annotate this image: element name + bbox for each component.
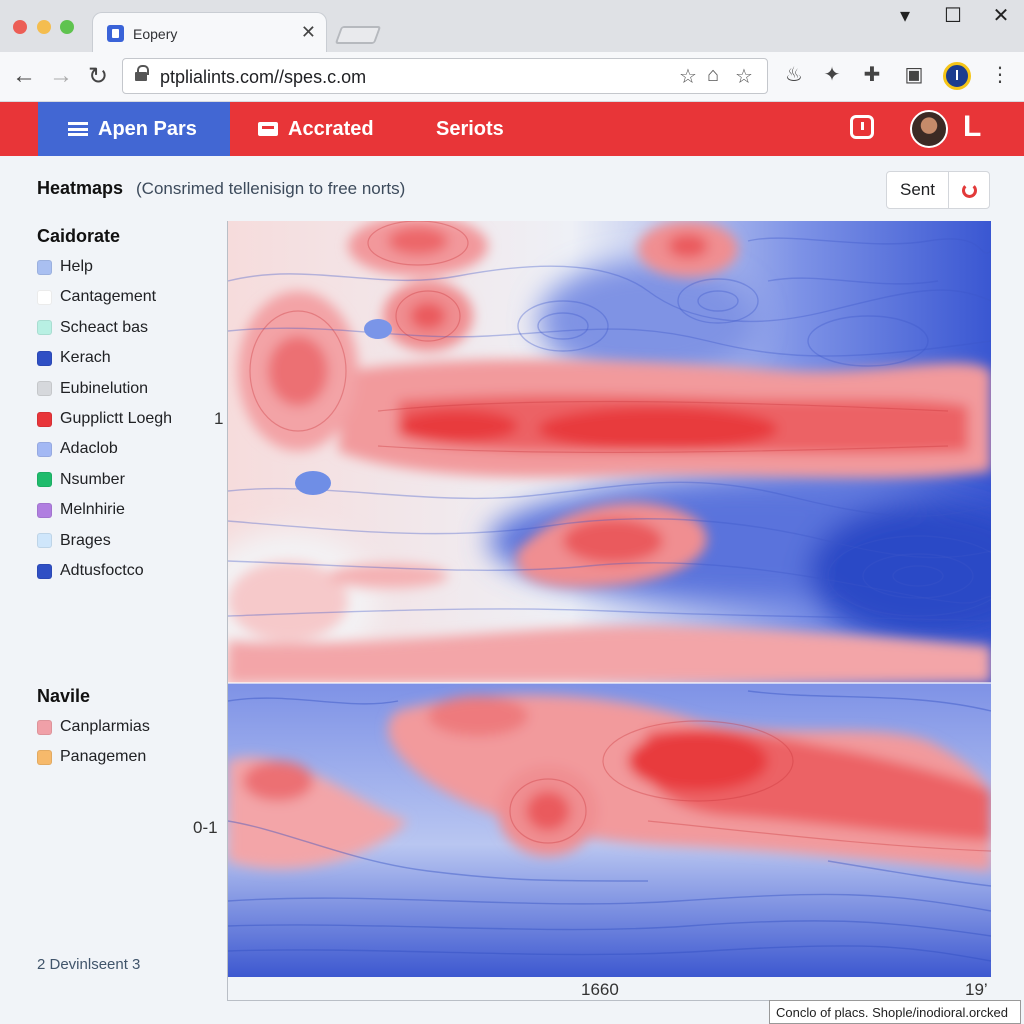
- legend-item[interactable]: Scheact bas: [37, 319, 148, 337]
- legend-section-title: Navile: [37, 686, 91, 706]
- address-bar[interactable]: ptplialints.com//spes.c.om ☆ ⌂ ☆: [122, 58, 768, 94]
- legend-swatch: [37, 749, 52, 765]
- browser-tabbar: Eopery ✕ ▾ ☐ ✕: [0, 0, 1024, 52]
- legend-label: Canplarmias: [60, 718, 150, 735]
- browser-profile-icon[interactable]: [943, 62, 971, 90]
- legend-swatch: [37, 350, 52, 366]
- legend-item[interactable]: Help: [37, 258, 93, 276]
- hamburger-icon: [68, 122, 88, 136]
- legend-label: Eubinelution: [60, 379, 149, 397]
- legend-item[interactable]: Gupplictt Loegh: [37, 410, 172, 428]
- legend-item[interactable]: Eubinelution: [37, 380, 148, 398]
- legend-label: Gupplictt Loegh: [60, 410, 173, 427]
- legend-item[interactable]: Kerach: [37, 349, 111, 367]
- maximize-icon[interactable]: ☐: [933, 3, 973, 28]
- refresh-button[interactable]: [949, 172, 989, 208]
- heatmap-panel[interactable]: [227, 221, 991, 1001]
- tab-title: Eopery: [133, 26, 178, 42]
- browser-toolbar: ← → ↻ ptplialints.com//spes.c.om ☆ ⌂ ☆ ♨…: [0, 52, 1024, 102]
- legend-swatch: [37, 259, 52, 275]
- extension-puzzle-icon[interactable]: ✦: [818, 62, 846, 87]
- page-subtitle: (Consrimed tellenisign to free norts): [136, 179, 406, 198]
- browser-tab[interactable]: Eopery ✕: [92, 12, 327, 52]
- legend-item[interactable]: Adtusfoctco: [37, 562, 144, 580]
- nav-label: Accrated: [288, 117, 374, 140]
- legend-label: Nsumber: [60, 470, 125, 488]
- refresh-icon: [961, 182, 977, 198]
- legend-item[interactable]: Cantagement: [37, 288, 156, 306]
- legend-swatch: [37, 719, 52, 735]
- y-axis-label-bottom: 0-1: [193, 818, 218, 837]
- new-tab-button[interactable]: [334, 26, 382, 44]
- extension-cake-icon[interactable]: ♨: [780, 62, 808, 87]
- legend-swatch: [37, 441, 52, 457]
- legend-swatch: [37, 502, 52, 518]
- y-axis-label-top: 1: [214, 409, 224, 428]
- legend-label: Melnhirie: [60, 501, 125, 519]
- legend-swatch: [37, 563, 52, 579]
- legend-swatch: [37, 411, 52, 427]
- footer-note: 2 Devinlseent 3: [37, 956, 141, 973]
- avatar[interactable]: [910, 110, 948, 148]
- home-icon[interactable]: ⌂: [707, 64, 719, 87]
- nav-label: Seriots: [436, 117, 504, 140]
- star-icon[interactable]: ☆: [679, 64, 697, 89]
- bookmark-star-icon[interactable]: ☆: [735, 64, 753, 89]
- url-text[interactable]: ptplialints.com//spes.c.om: [160, 67, 366, 88]
- nav-label: Apen Pars: [98, 117, 197, 140]
- extension-box-icon[interactable]: ▣: [900, 62, 928, 87]
- back-icon[interactable]: ←: [10, 62, 38, 90]
- reload-icon[interactable]: ↻: [84, 62, 112, 91]
- forward-icon[interactable]: →: [47, 62, 75, 90]
- card-icon: [258, 122, 278, 136]
- tab-close-icon[interactable]: ✕: [301, 22, 316, 43]
- legend-swatch: [37, 289, 52, 305]
- legend-item[interactable]: Adaclob: [37, 440, 118, 458]
- nav-accrated[interactable]: Accrated: [258, 102, 374, 156]
- lock-icon: [135, 65, 149, 83]
- legend-label: Scheact bas: [60, 318, 149, 336]
- legend-item[interactable]: Canplarmias: [37, 718, 150, 736]
- page-title: Heatmaps: [37, 178, 124, 198]
- legend-label: Kerach: [60, 349, 111, 367]
- sent-button[interactable]: Sent: [887, 172, 949, 208]
- menu-kebab-icon[interactable]: ⋮: [986, 62, 1014, 87]
- legend-label: Brages: [60, 531, 111, 549]
- legend-label: Adaclob: [60, 440, 118, 458]
- favicon-icon: [107, 25, 124, 42]
- legend-item[interactable]: Melnhirie: [37, 501, 125, 519]
- status-tooltip: Conclo of placs. Shople/inodioral.orcked: [769, 1000, 1021, 1024]
- legend-swatch: [37, 533, 52, 549]
- minimize-icon[interactable]: ▾: [885, 3, 925, 28]
- brand-logo[interactable]: L: [963, 110, 981, 144]
- close-window-dot[interactable]: [13, 20, 27, 34]
- legend-label: Help: [60, 258, 93, 275]
- close-icon[interactable]: ✕: [981, 3, 1021, 28]
- legend-label: Adtusfoctco: [60, 562, 144, 579]
- legend-section-title: Caidorate: [37, 226, 121, 246]
- action-button-group: Sent: [886, 171, 990, 209]
- legend-label: Cantagement: [60, 288, 157, 306]
- legend-swatch: [37, 381, 52, 397]
- legend-label: Panagemen: [60, 748, 147, 766]
- maximize-window-dot[interactable]: [60, 20, 74, 34]
- nav-seriots[interactable]: Seriots: [436, 102, 504, 156]
- minimize-window-dot[interactable]: [37, 20, 51, 34]
- timer-icon[interactable]: [850, 115, 874, 139]
- legend-item[interactable]: Brages: [37, 532, 111, 550]
- heatmap-contour-plot[interactable]: [228, 221, 991, 977]
- nav-apen-pars[interactable]: Apen Pars: [38, 102, 230, 156]
- legend-item[interactable]: Nsumber: [37, 471, 125, 489]
- extension-plus-icon[interactable]: ✚: [858, 62, 886, 87]
- legend-swatch: [37, 472, 52, 488]
- legend-item[interactable]: Panagemen: [37, 748, 146, 766]
- legend-swatch: [37, 320, 52, 336]
